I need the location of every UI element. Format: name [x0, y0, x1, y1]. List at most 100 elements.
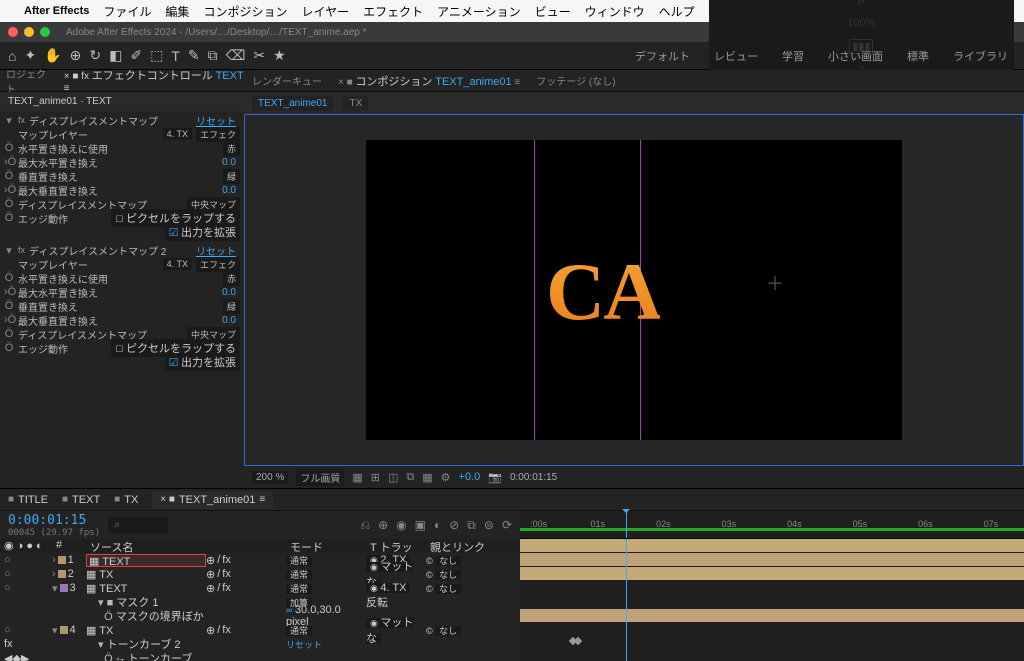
close-icon[interactable]	[8, 27, 18, 37]
viewer-timecode[interactable]: 0:00:01:15	[510, 472, 557, 483]
fx2-name[interactable]: ディスプレイスメントマップ 2	[29, 243, 192, 258]
text-tool[interactable]: T	[171, 48, 180, 64]
tl-icon-4[interactable]: ◐	[434, 518, 441, 532]
workspace-default[interactable]: デフォルト	[627, 48, 698, 64]
fx1-vert-value[interactable]: 緑	[223, 169, 240, 184]
tl-tab-anime[interactable]: × ■ TEXT_anime01 ≡	[152, 491, 273, 509]
viewer-icon-1[interactable]: ⊞	[371, 471, 380, 484]
eraser-tool[interactable]: ⌫	[226, 47, 246, 64]
layer-search[interactable]	[108, 517, 168, 533]
zoom-tool[interactable]: ⊕	[70, 47, 82, 64]
canvas[interactable]: CA ＋	[366, 140, 902, 440]
comp-viewer[interactable]: CA ＋	[244, 114, 1024, 466]
menu-effect[interactable]: エフェクト	[363, 3, 423, 20]
fx1-name[interactable]: ディスプレイスメントマップ	[29, 113, 192, 128]
layer-bar-4[interactable]	[520, 609, 1024, 622]
layer-bar-3[interactable]	[520, 567, 1024, 580]
exposure-value[interactable]: +0.0	[459, 471, 481, 483]
snapshot-icon[interactable]: 📷	[488, 471, 502, 484]
layer-bar-1[interactable]	[520, 539, 1024, 552]
camera-tool[interactable]: ◧	[109, 47, 122, 64]
tl-icon-5[interactable]: ⊘	[449, 518, 459, 532]
menu-composition[interactable]: コンポジション	[203, 3, 287, 20]
time-ruler[interactable]: :00s 01s 02s 03s 04s 05s 06s 07s	[520, 511, 1024, 539]
viewer-icon-4[interactable]: ▦	[422, 471, 432, 484]
maximize-icon[interactable]	[40, 27, 50, 37]
menu-animation[interactable]: アニメーション	[437, 3, 521, 20]
puppet-tool[interactable]: ★	[273, 47, 286, 64]
project-path: Adobe After Effects 2024 - /Users/…/Desk…	[66, 27, 367, 38]
tl-icon-6[interactable]: ⧉	[467, 518, 476, 533]
layer-mask-row[interactable]: ▾ ■ マスク 1 加算 反転	[0, 595, 520, 609]
menu-edit[interactable]: 編集	[165, 3, 189, 20]
clone-tool[interactable]: ⧉	[208, 47, 218, 64]
workspace-standard[interactable]: 標準	[899, 48, 937, 64]
effect-controls-panel: ロジェクト × ■ fx エフェクトコントロール TEXT ≡ TEXT_ani…	[0, 70, 244, 488]
tl-icon-1[interactable]: ⊕	[378, 518, 388, 532]
viewer-icon-3[interactable]: ⧉	[406, 471, 414, 484]
layer-row-1[interactable]: ○ ›1 ▦ TEXT ⊕/fx 通常 ◉ 2. TX © なし	[0, 553, 520, 567]
fx1-maxh-value[interactable]: 0.0	[222, 157, 240, 168]
tl-icon-0[interactable]: ⎌	[360, 518, 370, 533]
viewer-icon-2[interactable]: ◫	[388, 471, 398, 484]
workspace-small[interactable]: 小さい画面	[820, 48, 891, 64]
pen-tool[interactable]: ✐	[130, 47, 142, 64]
tl-tab-text[interactable]: ■ TEXT	[62, 494, 100, 506]
rotate-tool[interactable]: ↻	[89, 47, 101, 64]
menu-help[interactable]: ヘルプ	[659, 3, 695, 20]
tl-icon-8[interactable]: ⟳	[502, 518, 512, 532]
comp-breadcrumb[interactable]: TEXT_anime01	[252, 96, 333, 111]
keyframe-2[interactable]	[574, 637, 582, 645]
timeline-bars[interactable]	[520, 539, 1024, 661]
current-timecode[interactable]: 0:00:01:15	[8, 513, 100, 528]
roto-tool[interactable]: ✂	[253, 47, 265, 64]
tl-icon-2[interactable]: ◉	[396, 518, 406, 532]
minimize-icon[interactable]	[24, 27, 34, 37]
tab-project[interactable]: ロジェクト	[6, 66, 54, 96]
menu-layer[interactable]: レイヤー	[301, 3, 349, 20]
fx2-reset[interactable]: リセット	[196, 243, 240, 258]
fx1-maplayer-value[interactable]: 4. TX	[163, 128, 192, 140]
tl-icon-3[interactable]: ▣	[415, 518, 426, 532]
tl-icon-7[interactable]: ⊜	[484, 518, 494, 532]
hand-tool[interactable]: ✋	[44, 47, 61, 64]
viewer-icon-5[interactable]: ⚙	[441, 471, 451, 484]
viewer-icon-0[interactable]: ▦	[352, 471, 362, 484]
shape-tool[interactable]: ⬚	[150, 47, 163, 64]
layer-row-3[interactable]: ○ ▾3 ▦ TEXT ⊕/fx 通常 ◉ 4. TX © なし	[0, 581, 520, 595]
layer-bar-2[interactable]	[520, 553, 1024, 566]
menu-view[interactable]: ビュー	[535, 3, 571, 20]
tl-tab-tx[interactable]: ■ TX	[114, 494, 138, 506]
workspace-learn[interactable]: 学習	[774, 48, 812, 64]
tab-composition[interactable]: × ■ コンポジション TEXT_anime01 ≡	[338, 73, 520, 89]
fx1-reset[interactable]: リセット	[196, 113, 240, 128]
preview-text: CA	[546, 245, 660, 339]
layer-row-2[interactable]: ○ ›2 ▦ TX ⊕/fx 通常 ◉ マットな © なし	[0, 567, 520, 581]
frame-fps: 00045 (29.97 fps)	[8, 528, 100, 538]
guide-left	[534, 140, 535, 440]
home-tool[interactable]: ⌂	[8, 48, 16, 64]
menu-window[interactable]: ウィンドウ	[585, 3, 645, 20]
comp-breadcrumb-2[interactable]: TX	[343, 96, 368, 111]
fx1-horiz-value[interactable]: 赤	[223, 141, 240, 156]
fx1-maplayer-ref[interactable]: エフェク	[196, 127, 240, 142]
layer-tonecurve-sub-row[interactable]: ◀◆▶ Ö ⥊ トーンカーブ	[0, 651, 520, 661]
tl-tab-title[interactable]: ■ TITLE	[8, 494, 48, 506]
layer-mask-feather-row[interactable]: Ö マスクの境界ぼかし ∞ 30.0,30.0 pixel	[0, 609, 520, 623]
fx1-maxv-value[interactable]: 0.0	[222, 185, 240, 196]
selection-tool[interactable]: ✦	[24, 47, 36, 64]
fx1-edge-label: エッジ動作	[18, 211, 107, 226]
workspace-review[interactable]: レビュー	[706, 48, 766, 64]
mac-menubar: After Effects ファイル 編集 コンポジション レイヤー エフェクト…	[0, 0, 1024, 22]
layer-tonecurve-row[interactable]: fx ▾ トーンカーブ 2 リセット	[0, 637, 520, 651]
tab-effect-controls[interactable]: × ■ fx エフェクトコントロール TEXT ≡	[64, 67, 244, 94]
quality-dropdown[interactable]: フル画質	[296, 469, 344, 486]
menu-file[interactable]: ファイル	[103, 3, 151, 20]
brush-tool[interactable]: ✎	[188, 47, 200, 64]
zoom-dropdown[interactable]: 200 %	[252, 471, 288, 484]
layer-row-4[interactable]: ○ ▾4 ▦ TX ⊕/fx 通常 ◉ マットな © なし	[0, 623, 520, 637]
tab-render-queue[interactable]: レンダーキュー	[252, 73, 322, 88]
playhead[interactable]	[626, 511, 627, 538]
workspace-library[interactable]: ライブラリ	[945, 48, 1016, 64]
tab-footage[interactable]: フッテージ (なし)	[536, 73, 615, 88]
